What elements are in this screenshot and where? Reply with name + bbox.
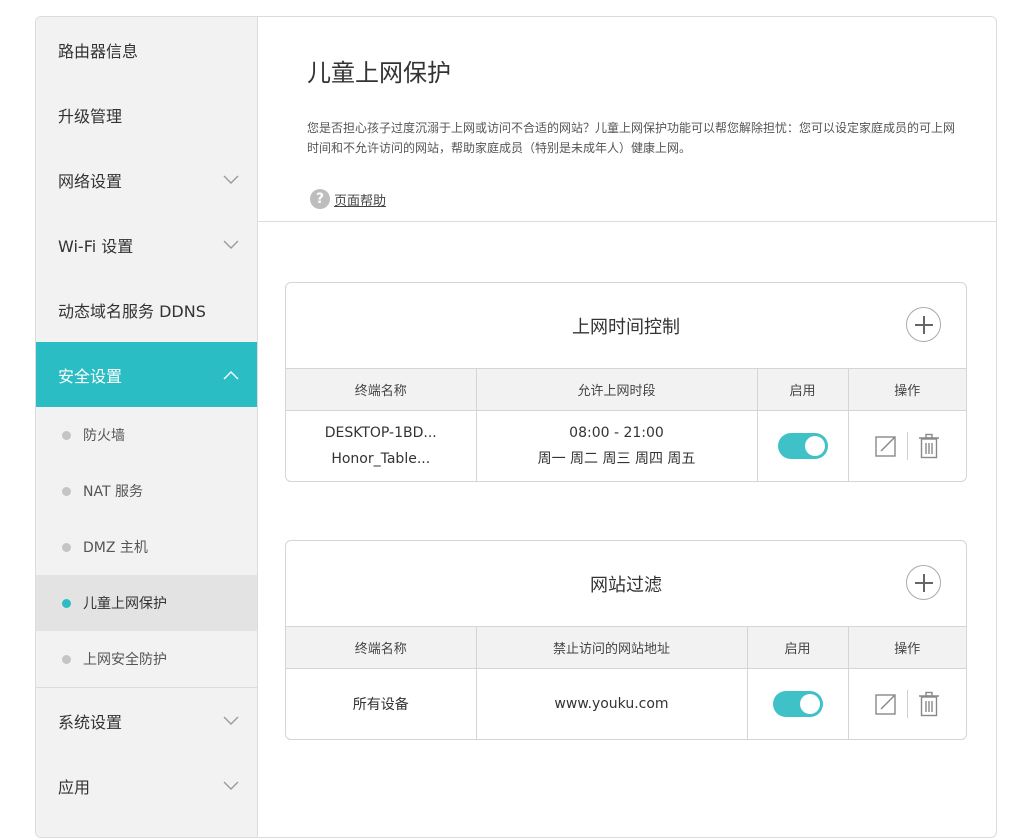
sidebar-item-label: 路由器信息 [58,41,139,61]
sidebar: 路由器信息 升级管理 网络设置 Wi-Fi 设置 动态域名服务 DDNS 安全设… [36,17,258,837]
divider [906,431,908,460]
card-title: 上网时间控制 [572,317,680,338]
page-help-link[interactable]: ? 页面帮助 [310,189,386,209]
enable-toggle[interactable] [777,432,828,459]
device-cell: DESKTOP-1BD... Honor_Table... [286,410,477,481]
ops-cell [848,669,966,739]
bullet-dot [62,430,71,440]
subitem-label: DMZ 主机 [83,540,148,556]
subitem-label: NAT 服务 [83,484,143,500]
time-cell: 08:00 - 21:00 周一 周二 周三 周四 周五 [476,410,758,481]
sidebar-item-label: 系统设置 [58,712,123,732]
column-header: 启用 [747,627,849,669]
add-site-rule-button[interactable] [906,565,941,600]
sidebar-item-security[interactable]: 安全设置 [36,342,257,407]
page-title: 儿童上网保护 [307,59,451,87]
app-frame: 路由器信息 升级管理 网络设置 Wi-Fi 设置 动态域名服务 DDNS 安全设… [35,16,997,838]
chevron-down-icon [223,781,239,790]
sidebar-item-label: 动态域名服务 DDNS [58,301,206,321]
site-filter-table: 终端名称 禁止访问的网站地址 启用 操作 所有设备 www.youku.com [286,627,966,739]
subitem-label: 防火墙 [83,428,125,444]
sidebar-item-ddns[interactable]: 动态域名服务 DDNS [36,277,257,342]
site-filter-card: 网站过滤 终端名称 禁止访问的网站地址 启用 操作 所有设备 www.youku… [285,540,967,740]
edit-icon[interactable] [873,433,899,459]
edit-icon[interactable] [873,691,899,717]
column-header: 终端名称 [286,627,477,669]
sidebar-item-apps[interactable]: 应用 [36,753,257,818]
device-name: DESKTOP-1BD... [324,424,437,441]
card-title: 网站过滤 [590,575,662,596]
trash-icon[interactable] [916,433,942,459]
time-control-table: 终端名称 允许上网时段 启用 操作 DESKTOP-1BD... Honor_T… [286,369,966,481]
main-content: 儿童上网保护 您是否担心孩子过度沉溺于上网或访问不合适的网站？儿童上网保护功能可… [258,17,996,837]
sidebar-item-router-info[interactable]: 路由器信息 [36,17,257,82]
time-range: 08:00 - 21:00 [569,424,664,441]
ops-cell [848,411,966,481]
time-control-card: 上网时间控制 终端名称 允许上网时段 启用 操作 DESKTOP-1BD... … [285,282,967,482]
page-header: 儿童上网保护 您是否担心孩子过度沉溺于上网或访问不合适的网站？儿童上网保护功能可… [258,17,996,222]
column-header: 终端名称 [286,369,477,411]
site-cell: www.youku.com [476,668,748,739]
bullet-dot [62,486,71,496]
column-header: 操作 [848,627,966,669]
enable-cell [747,668,849,739]
column-header: 禁止访问的网站地址 [476,627,748,669]
sidebar-item-network[interactable]: 网络设置 [36,147,257,212]
subitem-nat[interactable]: NAT 服务 [36,463,257,519]
table-header-row: 终端名称 允许上网时段 启用 操作 [286,369,966,411]
sidebar-item-label: 应用 [58,777,91,797]
sidebar-item-label: 安全设置 [58,366,123,386]
column-header: 启用 [757,369,849,411]
toggle-knob [799,693,820,714]
bullet-dot [62,598,71,608]
card-header: 上网时间控制 [286,283,966,369]
table-row: 所有设备 www.youku.com [286,668,966,739]
sidebar-item-label: 网络设置 [58,171,123,191]
subitem-dmz[interactable]: DMZ 主机 [36,519,257,575]
subitem-label: 上网安全防护 [83,652,167,668]
sidebar-item-wifi[interactable]: Wi-Fi 设置 [36,212,257,277]
table-header-row: 终端名称 禁止访问的网站地址 启用 操作 [286,627,966,669]
card-header: 网站过滤 [286,541,966,627]
toggle-knob [804,435,825,456]
bullet-dot [62,654,71,664]
help-label: 页面帮助 [334,193,387,209]
chevron-down-icon [223,240,239,249]
column-header: 允许上网时段 [476,369,758,411]
page-description: 您是否担心孩子过度沉溺于上网或访问不合适的网站？儿童上网保护功能可以帮您解除担忧… [307,121,956,155]
trash-icon[interactable] [916,691,942,717]
sidebar-item-upgrade[interactable]: 升级管理 [36,82,257,147]
chevron-up-icon [223,370,239,379]
subitem-web-security[interactable]: 上网安全防护 [36,631,257,687]
bullet-dot [62,542,71,552]
security-submenu: 防火墙 NAT 服务 DMZ 主机 儿童上网保护 上网安全防护 [36,407,257,688]
subitem-label: 儿童上网保护 [83,596,167,612]
enable-toggle[interactable] [772,690,823,717]
add-time-rule-button[interactable] [906,307,941,342]
device-cell: 所有设备 [286,668,477,739]
chevron-down-icon [223,716,239,725]
divider [906,689,908,718]
subitem-parental-control[interactable]: 儿童上网保护 [36,575,257,631]
table-row: DESKTOP-1BD... Honor_Table... 08:00 - 21… [286,410,966,481]
sidebar-item-system[interactable]: 系统设置 [36,688,257,753]
weekdays: 周一 周二 周三 周四 周五 [537,450,696,467]
device-name: Honor_Table... [331,450,431,467]
sidebar-item-label: Wi-Fi 设置 [58,236,134,256]
sidebar-item-label: 升级管理 [58,106,123,126]
help-icon: ? [310,189,330,209]
enable-cell [757,410,849,481]
subitem-firewall[interactable]: 防火墙 [36,407,257,463]
column-header: 操作 [848,369,966,411]
chevron-down-icon [223,175,239,184]
